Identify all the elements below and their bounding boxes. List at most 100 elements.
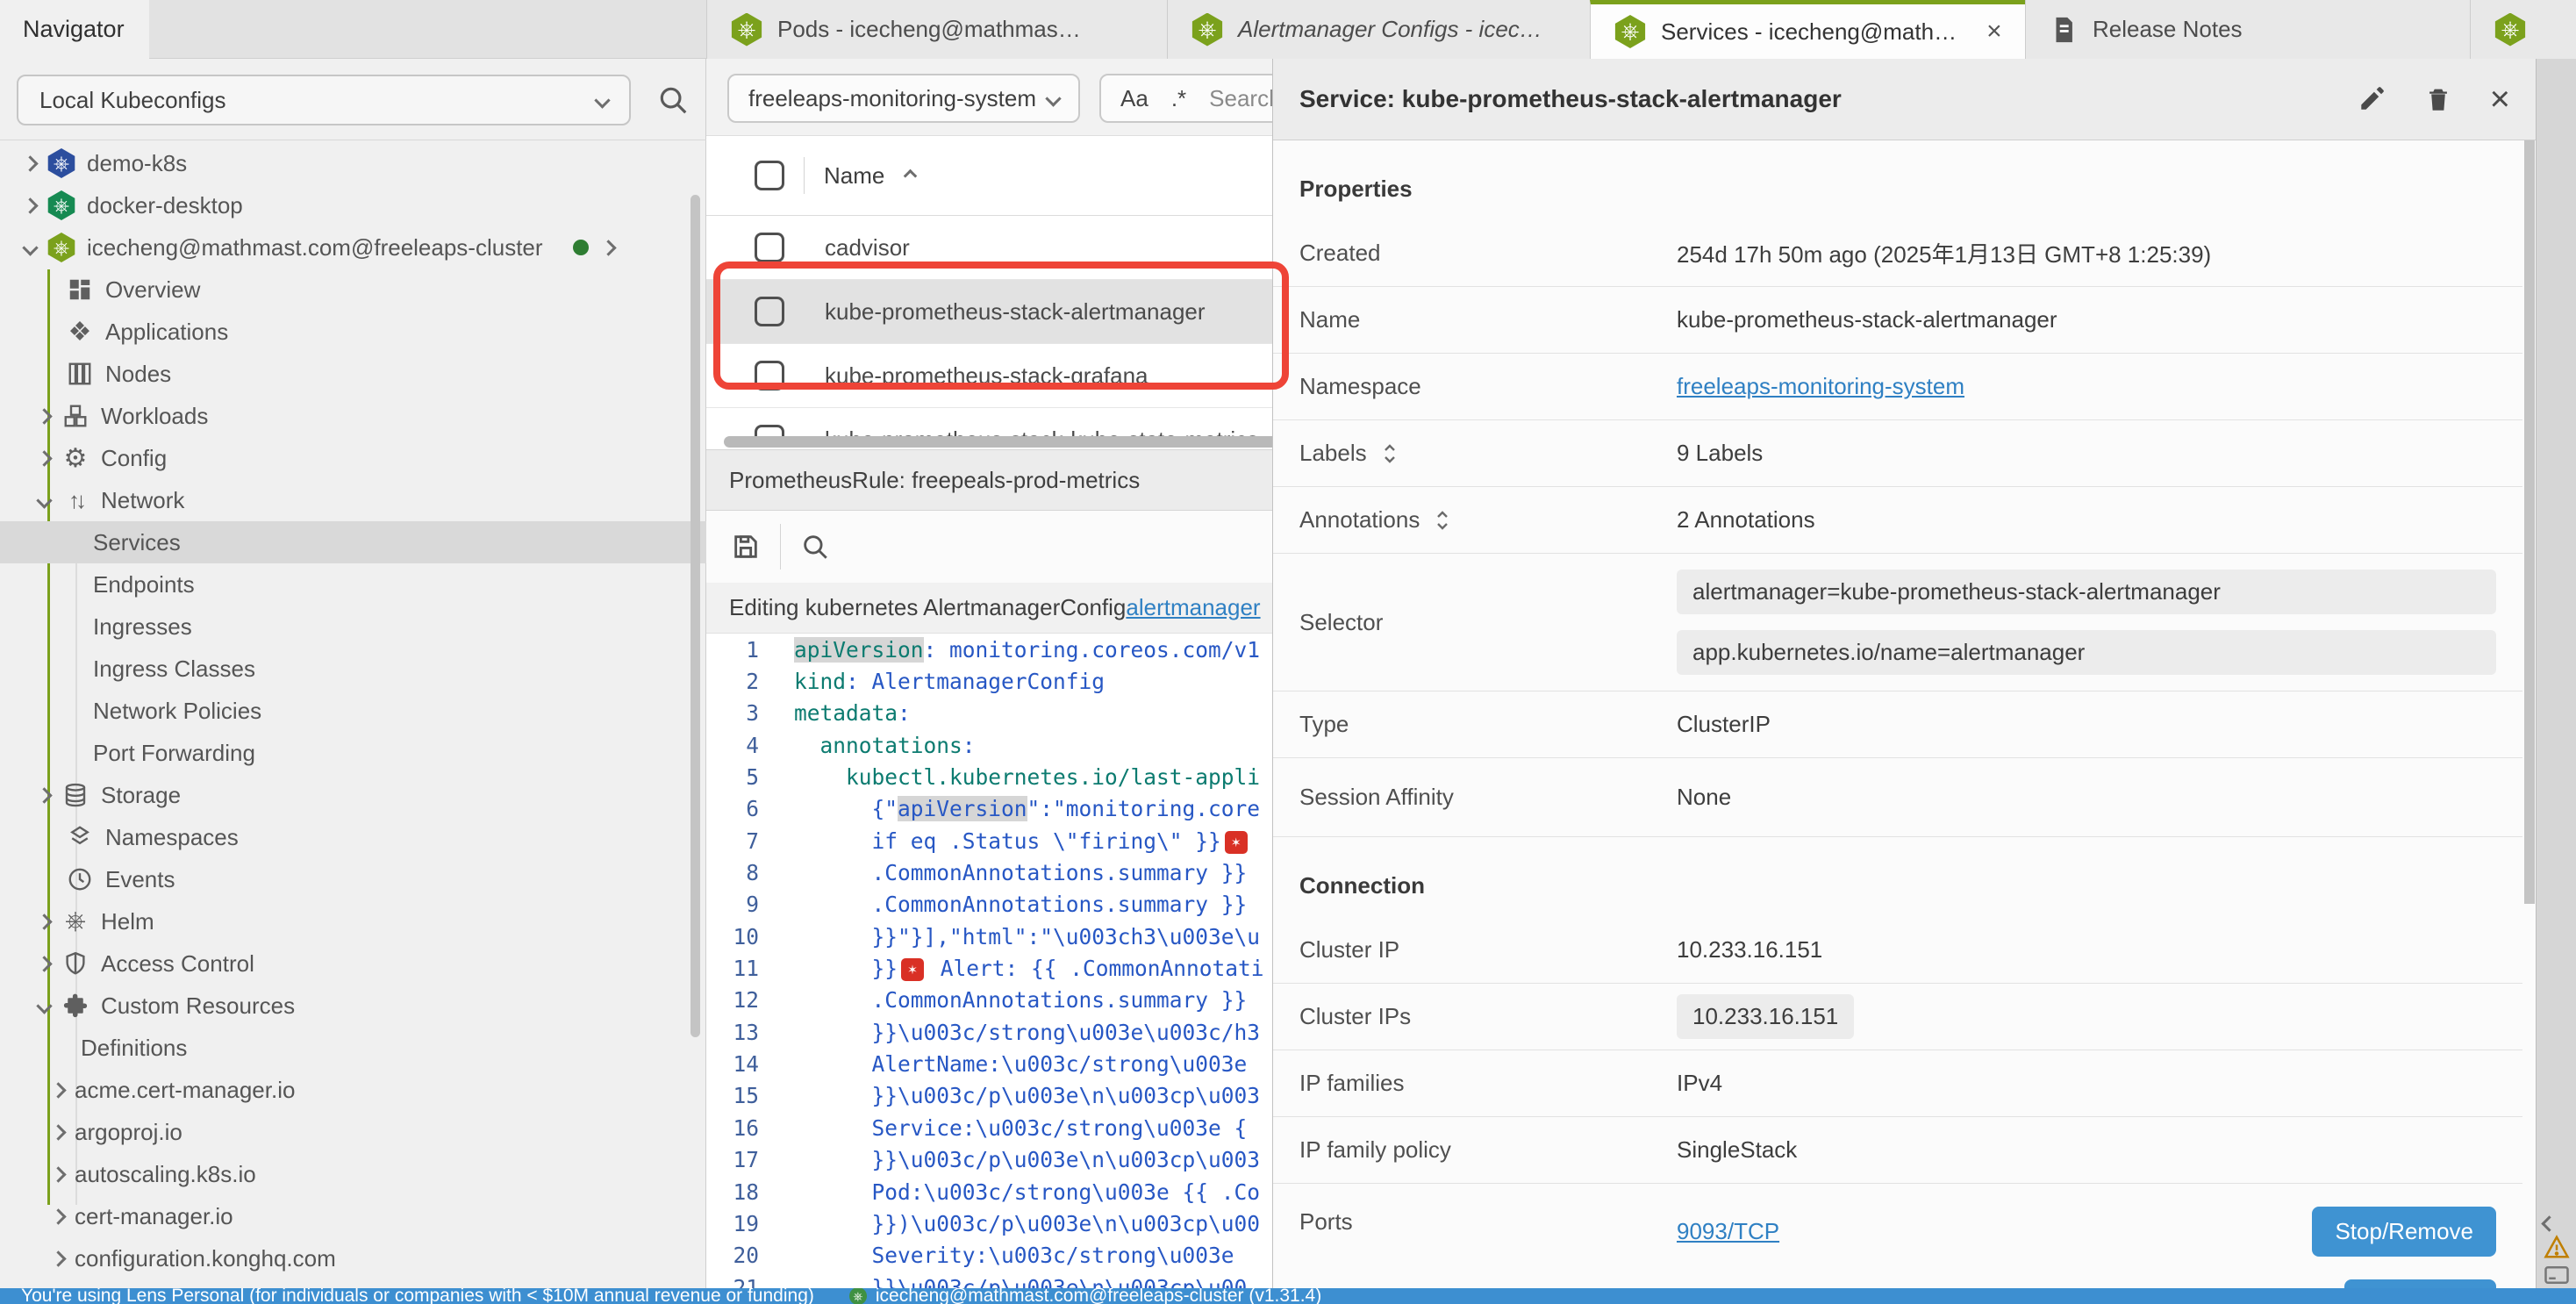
chevron-right-icon[interactable] bbox=[50, 1124, 66, 1140]
chevron-right-icon[interactable] bbox=[22, 197, 38, 213]
sidebar-item-port-forwarding[interactable]: Port Forwarding bbox=[0, 732, 706, 774]
chevron-right-icon[interactable] bbox=[600, 240, 616, 255]
connected-status-dot bbox=[573, 240, 589, 255]
chevron-right-icon[interactable] bbox=[22, 155, 38, 171]
tab-pods-icecheng-mathmas[interactable]: ⎈Pods - icecheng@mathmas… bbox=[706, 0, 1167, 59]
sidebar-item-custom-resources[interactable]: Custom Resources bbox=[0, 985, 706, 1027]
sidebar-item-label: Endpoints bbox=[93, 571, 195, 598]
chevron-right-icon[interactable] bbox=[36, 956, 52, 971]
namespace-select[interactable]: freeleaps-monitoring-system bbox=[727, 74, 1080, 123]
port-link[interactable]: 9093/TCP bbox=[1677, 1218, 1779, 1245]
close-icon[interactable]: × bbox=[1986, 17, 2002, 47]
tab-navigator[interactable]: Navigator bbox=[0, 0, 149, 59]
kubeconfig-select[interactable]: Local Kubeconfigs bbox=[17, 75, 631, 125]
sidebar-item-label: acme.cert-manager.io bbox=[75, 1077, 295, 1104]
chevron-right-icon[interactable] bbox=[36, 914, 52, 929]
chevron-right-icon[interactable] bbox=[50, 1250, 66, 1266]
sidebar-item-docker-desktop[interactable]: ⎈docker-desktop bbox=[0, 184, 706, 226]
sidebar-item-label: Ingress Classes bbox=[93, 656, 255, 683]
sidebar-item-demo-k8s[interactable]: ⎈demo-k8s bbox=[0, 142, 706, 184]
service-name: cadvisor bbox=[825, 234, 910, 262]
match-case-icon[interactable]: Aa bbox=[1120, 85, 1148, 112]
sort-asc-icon[interactable] bbox=[904, 168, 918, 183]
alertmanagerconfig-link[interactable]: alertmanager bbox=[1126, 594, 1260, 621]
stop-remove-button[interactable]: Stop/Remove bbox=[2312, 1207, 2496, 1257]
line-number: 17 bbox=[706, 1147, 794, 1172]
chevron-right-icon[interactable] bbox=[50, 1082, 66, 1098]
sidebar-item-cert-manager-io[interactable]: cert-manager.io bbox=[0, 1195, 706, 1237]
active-cluster-status[interactable]: ⎈ icecheng@mathmast.com@freeleaps-cluste… bbox=[849, 1288, 1321, 1304]
ip-family-policy-value: SingleStack bbox=[1677, 1136, 2496, 1164]
sidebar-item-applications[interactable]: ❖Applications bbox=[0, 311, 706, 353]
tab-release-notes[interactable]: Release Notes bbox=[2025, 0, 2470, 59]
helm-icon: ⎈ bbox=[61, 906, 90, 936]
document-icon bbox=[2049, 15, 2079, 45]
namespace-link[interactable]: freeleaps-monitoring-system bbox=[1677, 373, 1964, 399]
sidebar-item-endpoints[interactable]: Endpoints bbox=[0, 563, 706, 605]
kubeconfig-select-value: Local Kubeconfigs bbox=[39, 87, 225, 114]
row-checkbox[interactable] bbox=[755, 233, 784, 262]
select-all-checkbox[interactable] bbox=[755, 161, 784, 190]
sidebar-item-storage[interactable]: Storage bbox=[0, 774, 706, 816]
line-number: 11 bbox=[706, 956, 794, 981]
sidebar-item-icecheng-mathmast-com-freeleaps-cluster[interactable]: ⎈icecheng@mathmast.com@freeleaps-cluster bbox=[0, 226, 706, 269]
sidebar-item-services[interactable]: Services bbox=[0, 521, 706, 563]
chevron-right-icon[interactable] bbox=[36, 408, 52, 424]
chevron-right-icon[interactable] bbox=[50, 1166, 66, 1182]
prop-row-name: Name kube-prometheus-stack-alertmanager bbox=[1273, 287, 2522, 354]
tab-services-icecheng-math[interactable]: ⎈Services - icecheng@math…× bbox=[1590, 0, 2025, 59]
sidebar-item-helm[interactable]: ⎈Helm bbox=[0, 900, 706, 942]
regex-icon[interactable]: .* bbox=[1171, 85, 1186, 112]
name-value: kube-prometheus-stack-alertmanager bbox=[1677, 306, 2496, 333]
kubernetes-icon: ⎈ bbox=[2494, 13, 2527, 47]
sidebar-item-workloads[interactable]: Workloads bbox=[0, 395, 706, 437]
kubernetes-icon: ⎈ bbox=[1614, 15, 1647, 48]
editor-search-icon[interactable] bbox=[800, 532, 830, 562]
sidebar-item-argoproj-io[interactable]: argoproj.io bbox=[0, 1111, 706, 1153]
sidebar-item-config[interactable]: ⚙Config bbox=[0, 437, 706, 479]
expand-updown-icon[interactable] bbox=[1432, 508, 1453, 533]
search-icon[interactable] bbox=[656, 83, 690, 117]
sidebar-item-network-policies[interactable]: Network Policies bbox=[0, 690, 706, 732]
expand-updown-icon[interactable] bbox=[1379, 441, 1400, 466]
ip-families-value: IPv4 bbox=[1677, 1070, 2496, 1097]
alarm-emoji-icon: ✶ bbox=[901, 958, 924, 981]
panel-scrollbar[interactable] bbox=[2524, 140, 2535, 904]
chevron-right-icon[interactable] bbox=[36, 450, 52, 466]
sidebar-item-access-control[interactable]: Access Control bbox=[0, 942, 706, 985]
divider bbox=[804, 157, 805, 194]
forward-button[interactable]: Forward… bbox=[2344, 1279, 2496, 1288]
sidebar-scrollbar[interactable] bbox=[691, 195, 700, 1037]
sidebar-item-namespaces[interactable]: Namespaces bbox=[0, 816, 706, 858]
sidebar-item-ingress-classes[interactable]: Ingress Classes bbox=[0, 648, 706, 690]
tab-alertmanager-configs-icec[interactable]: ⎈Alertmanager Configs - icec… bbox=[1167, 0, 1590, 59]
edit-icon[interactable] bbox=[2357, 84, 2386, 114]
sidebar-item-events[interactable]: Events bbox=[0, 858, 706, 900]
sidebar-item-label: icecheng@mathmast.com@freeleaps-cluster bbox=[87, 234, 543, 262]
chevron-down-icon[interactable] bbox=[22, 240, 38, 255]
editing-text: Editing kubernetes AlertmanagerConfig bbox=[729, 594, 1126, 621]
save-icon[interactable] bbox=[731, 532, 761, 562]
sidebar-item-autoscaling-k8s-io[interactable]: autoscaling.k8s.io bbox=[0, 1153, 706, 1195]
prop-label: Labels bbox=[1299, 440, 1367, 467]
tab-item[interactable]: ⎈ bbox=[2470, 0, 2576, 59]
chevron-right-icon[interactable] bbox=[50, 1208, 66, 1224]
chevron-down-icon[interactable] bbox=[36, 998, 52, 1014]
chevron-down-icon[interactable] bbox=[36, 492, 52, 508]
chevron-right-icon[interactable] bbox=[36, 787, 52, 803]
sidebar-item-network[interactable]: ↑↓Network bbox=[0, 479, 706, 521]
sidebar-item-ingresses[interactable]: Ingresses bbox=[0, 605, 706, 648]
network-icon: ↑↓ bbox=[61, 485, 90, 515]
namespaces-icon bbox=[65, 822, 95, 852]
line-number: 8 bbox=[706, 860, 794, 885]
sidebar-item-overview[interactable]: Overview bbox=[0, 269, 706, 311]
sidebar-item-acme-cert-manager-io[interactable]: acme.cert-manager.io bbox=[0, 1069, 706, 1111]
column-header-name[interactable]: Name bbox=[824, 162, 884, 190]
sidebar-item-label: Workloads bbox=[101, 403, 208, 430]
sidebar-item-configuration-konghq-com[interactable]: configuration.konghq.com bbox=[0, 1237, 706, 1279]
sidebar-item-nodes[interactable]: Nodes bbox=[0, 353, 706, 395]
delete-icon[interactable] bbox=[2423, 84, 2453, 114]
namespace-select-value: freeleaps-monitoring-system bbox=[748, 85, 1036, 112]
sidebar-item-definitions[interactable]: Definitions bbox=[0, 1027, 706, 1069]
close-icon[interactable]: × bbox=[2490, 80, 2510, 119]
